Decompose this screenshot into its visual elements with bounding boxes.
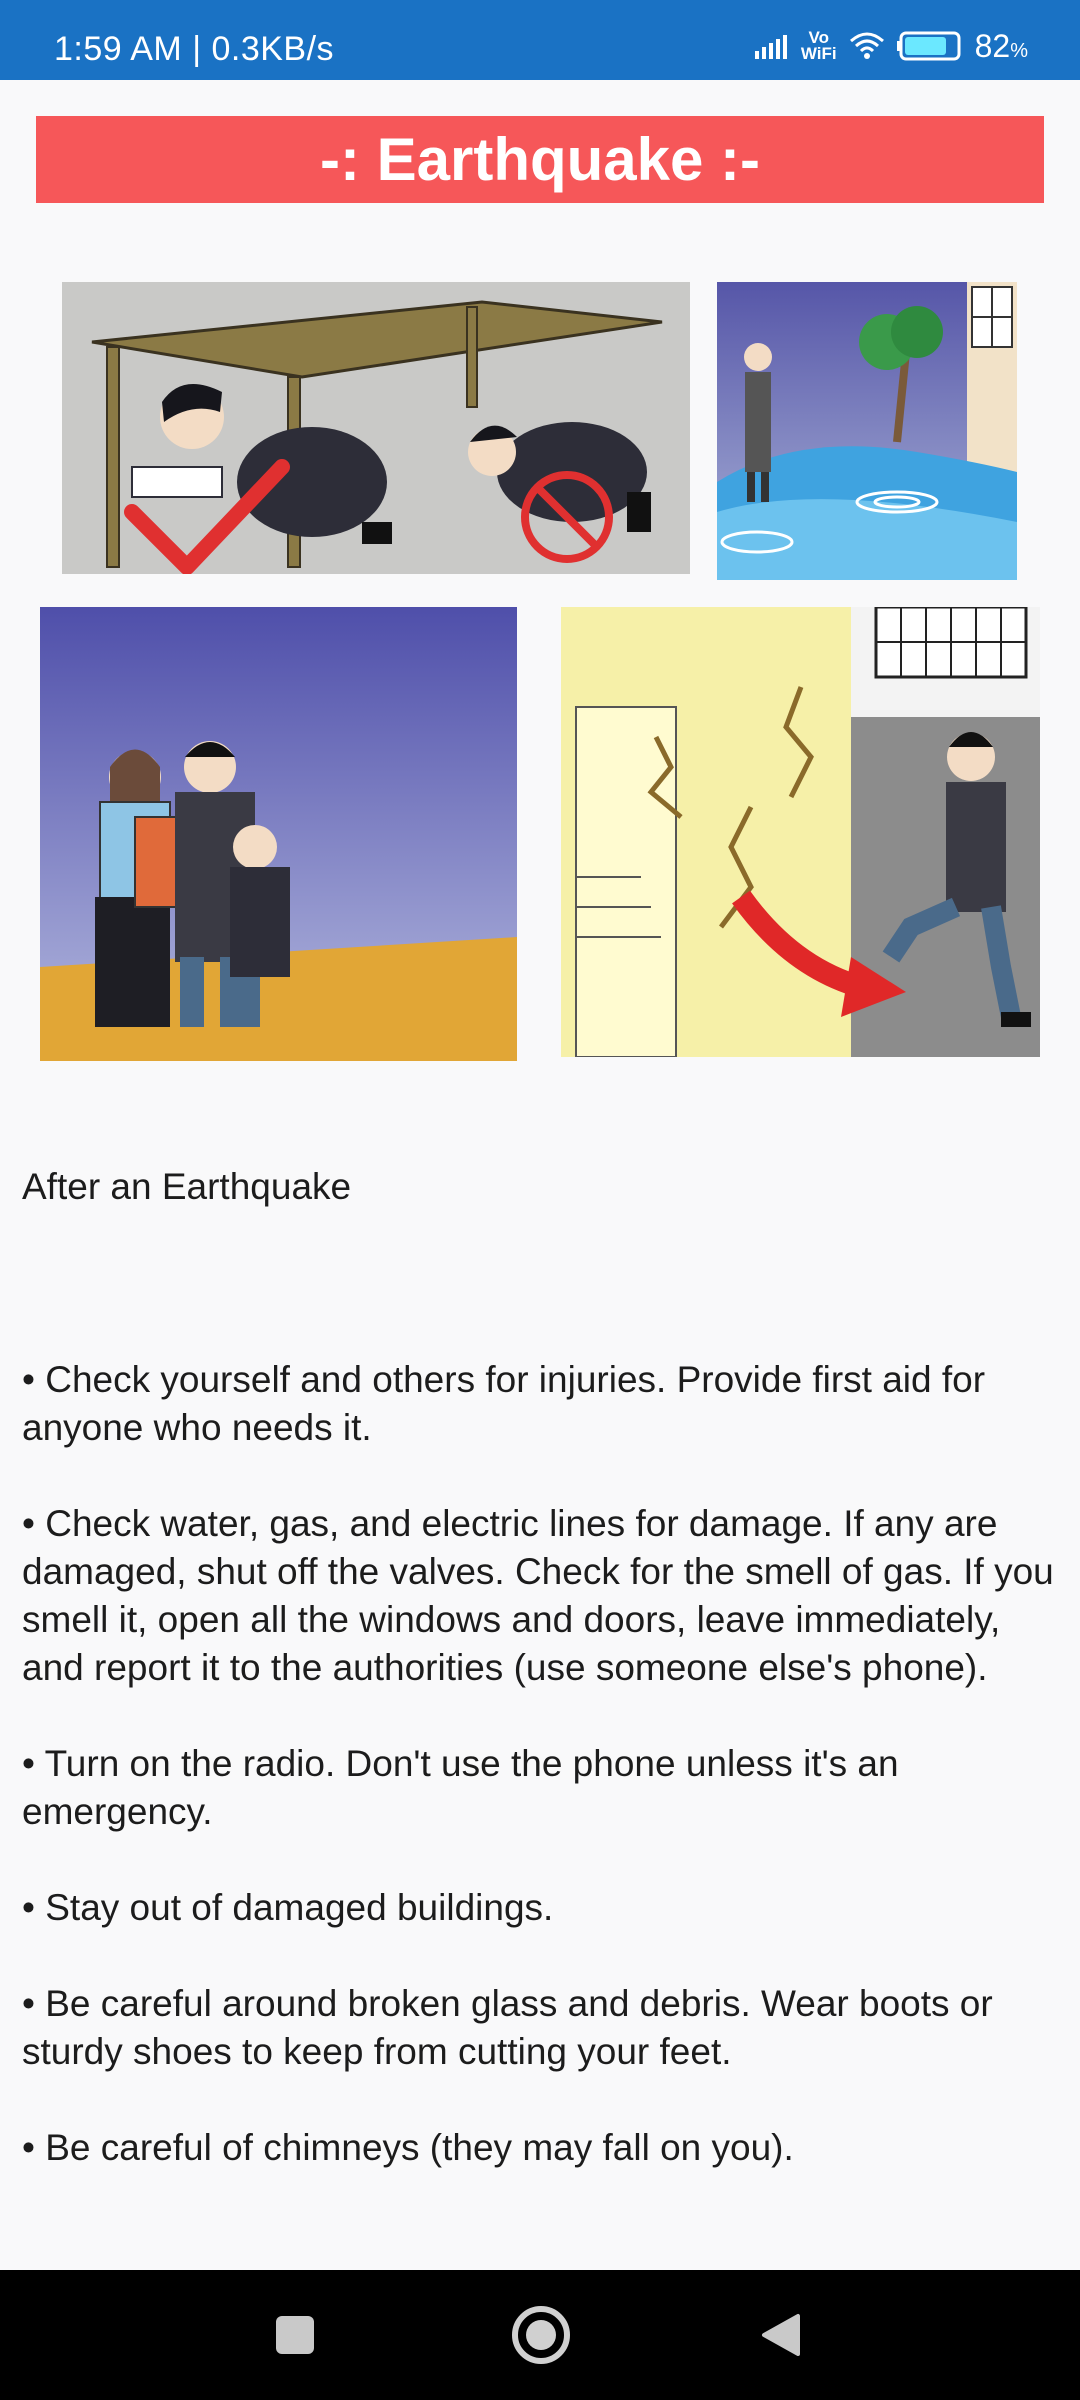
vowifi-bottom-label: WiFi (800, 44, 837, 63)
bullet-list: • Check yourself and others for injuries… (22, 1356, 1058, 2220)
navigation-bar (0, 2270, 1080, 2400)
take-cover-under-table-illustration (62, 282, 690, 574)
bullet-item: • Be careful of chimneys (they may fall … (22, 2127, 794, 2168)
home-icon[interactable] (510, 2304, 572, 2366)
bullet-item: • Be careful around broken glass and deb… (22, 1983, 993, 2072)
running-from-cracked-building-illustration (561, 607, 1040, 1057)
bullet-item: • Turn on the radio. Don't use the phone… (22, 1743, 899, 1832)
status-icons: Vo WiFi 82% (754, 26, 1028, 66)
bullet-item: • Check water, gas, and electric lines f… (22, 1503, 1054, 1688)
back-icon[interactable] (758, 2310, 808, 2360)
battery-icon (896, 31, 961, 61)
recent-apps-icon[interactable] (270, 2310, 320, 2360)
section-subtitle: After an Earthquake (22, 1166, 352, 1207)
status-time: 1:59 AM | 0.3KB/s (54, 30, 335, 68)
vowifi-icon: Vo WiFi (800, 29, 837, 63)
page-title: -: Earthquake :- (36, 116, 1044, 203)
bullet-item: • Check yourself and others for injuries… (22, 1359, 986, 1448)
helping-injured-illustration (40, 607, 517, 1061)
wifi-icon (849, 32, 884, 59)
standing-in-water-illustration (717, 282, 1017, 580)
status-bar: 1:59 AM | 0.3KB/s Vo WiFi 82% (0, 0, 1080, 80)
signal-icon (754, 35, 787, 59)
battery-percent: 82% (974, 27, 1028, 64)
bullet-item: • Stay out of damaged buildings. (22, 1887, 554, 1928)
